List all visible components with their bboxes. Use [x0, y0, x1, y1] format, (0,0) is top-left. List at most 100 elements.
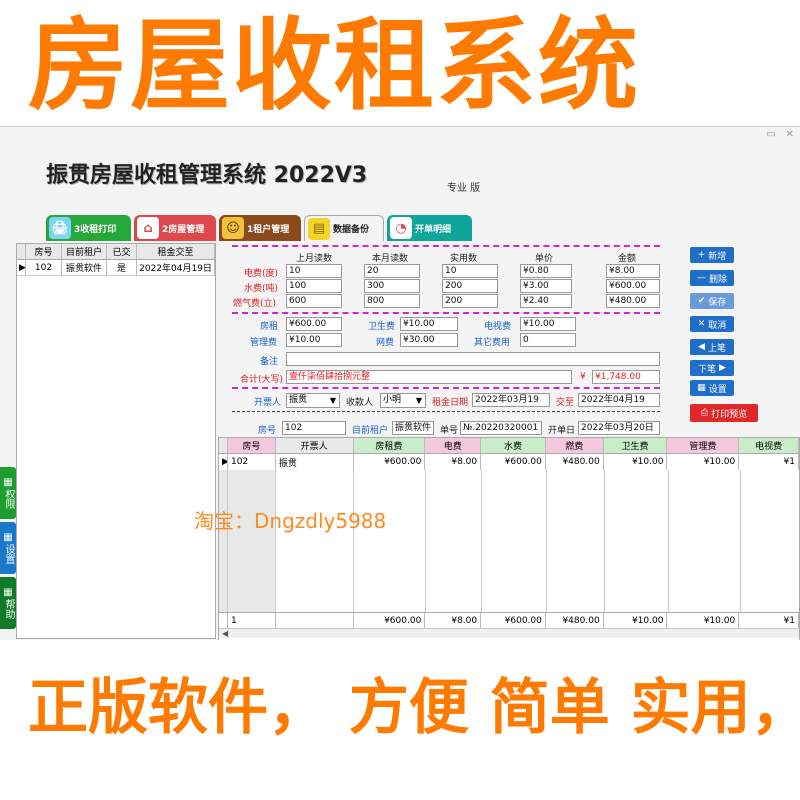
check-icon: ✔ — [697, 296, 706, 306]
cell-tenant[interactable]: 振贯软件 — [62, 260, 107, 275]
tab-data-backup[interactable]: ▤ 数据备份 — [304, 215, 384, 241]
edition-label: 专业 版 — [447, 183, 481, 194]
electric-amount-field[interactable]: ¥8.00 — [606, 264, 660, 278]
tab-bill-detail[interactable]: ◔ 开单明细 — [387, 215, 472, 241]
settings-side-button[interactable]: ▦ 设置 — [0, 522, 16, 574]
cell-issuer[interactable]: 振贯 — [276, 454, 354, 470]
col-header-tenant[interactable]: 目前租户 — [62, 244, 107, 259]
cell-electric[interactable]: ¥8.00 — [425, 454, 482, 470]
water-used-field[interactable]: 200 — [442, 279, 498, 293]
cell-tv[interactable]: ¥1 — [739, 454, 799, 470]
rent-date-label: 租金日期 — [432, 398, 469, 408]
col-header-room[interactable]: 房号 — [227, 438, 276, 453]
total-words-field[interactable]: 壹仟柒佰肆拾捌元整 — [286, 370, 572, 384]
horizontal-scrollbar[interactable]: ◀ — [219, 628, 799, 638]
col-header-tv[interactable]: 电视费 — [739, 438, 799, 453]
permission-button[interactable]: ▦ 权限 — [0, 467, 16, 519]
tab-tenant-manage[interactable]: ☺ 1租户管理 — [219, 215, 301, 241]
cancel-button[interactable]: ✕ 取消 — [690, 316, 734, 332]
gas-amount-field[interactable]: ¥480.00 — [606, 294, 660, 308]
bill-no-field[interactable]: №.20220320001 — [460, 421, 542, 435]
electric-price-field[interactable]: ¥0.80 — [520, 264, 572, 278]
water-last-field[interactable]: 100 — [286, 279, 342, 293]
gas-used-field[interactable]: 200 — [442, 294, 498, 308]
collector-label: 收款人 — [346, 398, 374, 408]
side-button-bar: ▦ 权限 ▦ 设置 ▦ 帮助 — [0, 467, 16, 629]
water-label: 水费(吨) — [244, 284, 279, 294]
to-label: 交至 — [556, 398, 575, 408]
water-price-field[interactable]: ¥3.00 — [520, 279, 572, 293]
close-icon[interactable]: ✕ — [786, 129, 794, 140]
tab-bar: 🖨 3收租打印 ⌂ 2房屋管理 ☺ 1租户管理 ▤ 数据备份 ◔ 开单明细 — [46, 215, 472, 241]
save-button[interactable]: ✔ 保存 — [690, 293, 734, 309]
issuer-select[interactable]: 振贯 ▼ — [286, 393, 340, 408]
table-row[interactable]: ▶ 102 振贯软件 是 2022年04月19日 — [17, 260, 215, 276]
net-field[interactable]: ¥30.00 — [400, 333, 458, 347]
col-header-paid-to[interactable]: 租金交至 — [137, 244, 215, 259]
collector-select[interactable]: 小明 ▼ — [380, 393, 426, 408]
to-date-field[interactable]: 2022年04月19 — [578, 393, 660, 407]
cell-paid[interactable]: 是 — [107, 260, 137, 275]
next-record-button[interactable]: 下笔 ▶ — [690, 360, 734, 376]
col-header-gas[interactable]: 燃费 — [545, 438, 604, 453]
cell-paid-to[interactable]: 2022年04月19日 — [137, 260, 215, 275]
cell-rent[interactable]: ¥600.00 — [354, 454, 426, 470]
col-header-water[interactable]: 水费 — [481, 438, 546, 453]
cell-room[interactable]: 102 — [228, 454, 276, 470]
restore-icon[interactable]: ▭ — [766, 129, 775, 140]
button-label: 上笔 — [707, 343, 726, 354]
footer-tv: ¥1 — [739, 613, 799, 628]
grid-icon: ▦ — [3, 532, 13, 543]
remark-field[interactable] — [286, 352, 660, 366]
gas-current-field[interactable]: 800 — [364, 294, 420, 308]
cell-mgmt[interactable]: ¥10.00 — [667, 454, 740, 470]
water-amount-field[interactable]: ¥600.00 — [606, 279, 660, 293]
cell-room[interactable]: 102 — [26, 260, 62, 275]
col-header-rent[interactable]: 房租费 — [353, 438, 426, 453]
banner-title: 房屋收租系统 — [28, 7, 640, 124]
table-row[interactable]: ▶ 102 振贯 ¥600.00 ¥8.00 ¥600.00 ¥480.00 ¥… — [219, 454, 799, 470]
prev-record-button[interactable]: ◀ 上笔 — [690, 339, 734, 355]
cell-water[interactable]: ¥600.00 — [481, 454, 546, 470]
col-header-issuer[interactable]: 开票人 — [276, 438, 354, 453]
tab-rent-print[interactable]: 🖨 3收租打印 — [46, 215, 131, 241]
total-field[interactable]: ¥1,748.00 — [592, 370, 660, 384]
mgmt-field[interactable]: ¥10.00 — [286, 333, 342, 347]
rent-date-field[interactable]: 2022年03月19 — [472, 393, 550, 407]
tab-house-manage[interactable]: ⌂ 2房屋管理 — [134, 215, 216, 241]
col-header-electric[interactable]: 电费 — [425, 438, 482, 453]
footer-gas: ¥480.00 — [546, 613, 604, 628]
room-list-grid[interactable]: 房号 目前租户 已交 租金交至 ▶ 102 振贯软件 是 2022年04月19日 — [16, 243, 216, 639]
cell-sanitation[interactable]: ¥10.00 — [604, 454, 668, 470]
col-header-paid[interactable]: 已交 — [107, 244, 137, 259]
sanitation-field[interactable]: ¥10.00 — [400, 317, 458, 331]
rent-field[interactable]: ¥600.00 — [286, 317, 342, 331]
button-label: 新增 — [708, 251, 727, 262]
room-label: 房号 — [258, 426, 277, 436]
plus-icon: + — [697, 250, 706, 260]
delete-button[interactable]: — 删除 — [690, 270, 734, 286]
tv-field[interactable]: ¥10.00 — [520, 317, 576, 331]
scroll-left-icon[interactable]: ◀ — [222, 629, 228, 638]
col-header-mgmt[interactable]: 管理费 — [667, 438, 740, 453]
electric-used-field[interactable]: 10 — [442, 264, 498, 278]
separator — [232, 411, 660, 412]
open-date-field[interactable]: 2022年03月20日 — [578, 421, 660, 435]
add-button[interactable]: + 新增 — [690, 247, 734, 263]
print-preview-button[interactable]: ⎙ 打印预览 — [690, 404, 758, 422]
other-field[interactable]: 0 — [520, 333, 576, 347]
water-current-field[interactable]: 300 — [364, 279, 420, 293]
gas-last-field[interactable]: 600 — [286, 294, 342, 308]
current-tenant-field[interactable]: 振贯软件 — [392, 421, 434, 435]
bill-detail-grid[interactable]: 房号 开票人 房租费 电费 水费 燃费 卫生费 管理费 电视费 ▶ 102 振贯… — [218, 437, 800, 640]
gas-price-field[interactable]: ¥2.40 — [520, 294, 572, 308]
cell-gas[interactable]: ¥480.00 — [546, 454, 604, 470]
col-header-room[interactable]: 房号 — [26, 244, 62, 259]
help-button[interactable]: ▦ 帮助 — [0, 577, 16, 629]
electric-current-field[interactable]: 20 — [364, 264, 420, 278]
electric-last-field[interactable]: 10 — [286, 264, 342, 278]
room-field[interactable]: 102 — [282, 421, 346, 435]
settings-button[interactable]: ▦ 设置 — [690, 380, 734, 396]
header-last-reading: 上月读数 — [296, 254, 333, 264]
col-header-sanitation[interactable]: 卫生费 — [603, 438, 668, 453]
